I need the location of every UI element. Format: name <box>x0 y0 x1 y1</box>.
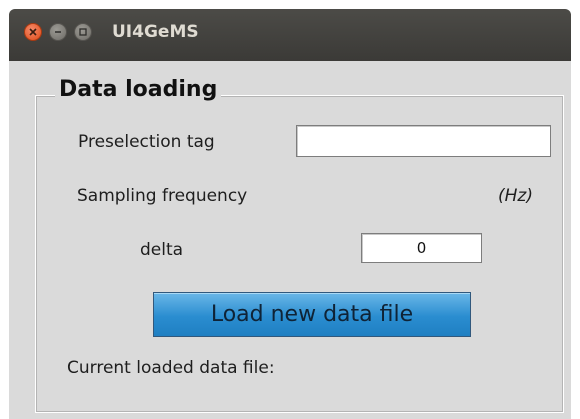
close-icon <box>29 28 37 36</box>
current-file-label: Current loaded data file: <box>67 358 275 378</box>
title-bar[interactable]: UI4GeMS <box>9 9 571 61</box>
sampling-frequency-unit: (Hz) <box>498 186 533 206</box>
maximize-button[interactable] <box>74 23 92 41</box>
minimize-button[interactable] <box>49 23 67 41</box>
preselection-tag-input[interactable] <box>296 125 551 157</box>
window-title: UI4GeMS <box>112 22 199 42</box>
minimize-icon <box>55 31 61 33</box>
maximize-icon <box>79 28 87 36</box>
sampling-frequency-label: Sampling frequency <box>77 186 248 206</box>
panel-title: Data loading <box>55 75 222 105</box>
load-new-data-file-button[interactable]: Load new data file <box>153 292 471 337</box>
preselection-tag-label: Preselection tag <box>78 132 215 152</box>
app-window: UI4GeMS Data loading Preselection tag Sa… <box>9 9 571 419</box>
delta-label: delta <box>140 240 184 260</box>
close-button[interactable] <box>24 23 42 41</box>
delta-input[interactable] <box>361 233 482 263</box>
